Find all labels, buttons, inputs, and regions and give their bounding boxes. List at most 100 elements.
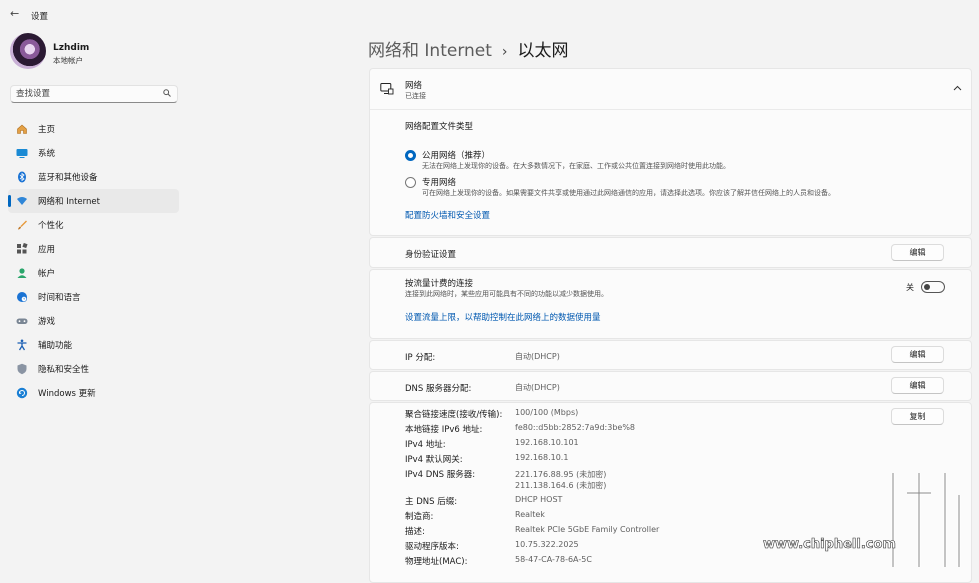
account-type: 本地帐户 [53, 56, 83, 65]
prop-label: 制造商: [405, 512, 434, 522]
sidebar-item-personalization[interactable]: 个性化 [8, 213, 179, 237]
sidebar-item-label: 蓝牙和其他设备 [38, 173, 98, 183]
chevron-up-icon[interactable] [953, 84, 962, 94]
ip-edit-button[interactable]: 编辑 [891, 346, 944, 363]
accessibility-icon [16, 339, 28, 351]
public-network-radio[interactable] [405, 150, 416, 161]
window-title: 设置 [31, 12, 49, 22]
sidebar-item-windows-update[interactable]: Windows 更新 [8, 381, 179, 405]
breadcrumb-parent[interactable]: 网络和 Internet [368, 41, 492, 61]
system-display-icon [16, 147, 28, 159]
prop-label: 主 DNS 后缀: [405, 497, 458, 507]
sidebar-item-label: 个性化 [38, 221, 64, 231]
prop-label: 驱动程序版本: [405, 542, 459, 552]
chiphell-watermark: www.chiphell.com [759, 465, 974, 578]
dns-assignment-row: DNS 服务器分配: 自动(DHCP) 编辑 [369, 371, 972, 401]
globe-clock-icon [16, 291, 28, 303]
watermark-url: www.chiphell.com [763, 537, 896, 552]
sidebar-item-label: 时间和语言 [38, 293, 81, 303]
auth-edit-button[interactable]: 编辑 [891, 244, 944, 261]
dns-edit-button[interactable]: 编辑 [891, 377, 944, 394]
auth-settings-row: 身份验证设置 编辑 [369, 237, 972, 268]
prop-label: 描述: [405, 527, 425, 537]
prop-label: 聚合链接速度(接收/传输): [405, 410, 503, 420]
back-arrow-icon[interactable]: ← [10, 8, 22, 20]
metered-connection-card: 按流量计费的连接 连接到此网络时，某些应用可能具有不同的功能以减少数据使用。 关… [369, 269, 972, 339]
private-network-label[interactable]: 专用网络 [422, 176, 456, 188]
data-limit-link[interactable]: 设置流量上限，以帮助控制在此网络上的数据使用量 [405, 311, 601, 323]
brush-icon [16, 219, 28, 231]
auth-settings-label: 身份验证设置 [405, 250, 457, 260]
network-status: 已连接 [405, 92, 426, 100]
dns-assignment-value: 自动(DHCP) [515, 383, 560, 392]
sidebar-item-apps[interactable]: 应用 [8, 237, 179, 261]
profile-type-heading: 网络配置文件类型 [405, 122, 474, 132]
sidebar-item-gaming[interactable]: 游戏 [8, 309, 179, 333]
prop-value: 100/100 (Mbps) [515, 408, 579, 417]
sidebar-item-label: Windows 更新 [38, 389, 96, 399]
home-icon [16, 123, 28, 135]
account-icon [16, 267, 28, 279]
sidebar-nav: 主页 系统 蓝牙和其他设备 网络和 Internet 个性化 应用 帐户 时间和… [8, 117, 179, 405]
ip-assignment-row: IP 分配: 自动(DHCP) 编辑 [369, 340, 972, 370]
sidebar-item-label: 应用 [38, 245, 56, 255]
dns-assignment-label: DNS 服务器分配: [405, 384, 472, 394]
prop-label: 本地链接 IPv6 地址: [405, 425, 483, 435]
page-title: 以太网 [517, 41, 569, 61]
prop-value: fe80::d5bb:2852:7a9d:3be%8 [515, 423, 636, 432]
firewall-settings-link[interactable]: 配置防火墙和安全设置 [405, 209, 490, 221]
prop-value: 192.168.10.1 [515, 453, 569, 462]
ethernet-monitor-icon [380, 82, 394, 99]
private-network-radio[interactable] [405, 177, 416, 188]
network-card: 网络 已连接 网络配置文件类型 公用网络（推荐） 无法在网络上发现你的设备。在大… [369, 68, 972, 236]
sidebar-item-time-language[interactable]: 时间和语言 [8, 285, 179, 309]
windows-update-icon [16, 387, 28, 399]
metered-toggle[interactable] [921, 281, 945, 293]
sidebar-item-label: 主页 [38, 125, 56, 135]
copy-button[interactable]: 复制 [891, 408, 944, 425]
search-icon[interactable] [163, 89, 171, 100]
sidebar-item-home[interactable]: 主页 [8, 117, 179, 141]
sidebar-item-label: 隐私和安全性 [38, 365, 90, 375]
breadcrumb-separator: › [501, 44, 508, 60]
private-network-desc: 可在网络上发现你的设备。如果需要文件共享或使用通过此网络通信的应用，请选择此选项… [422, 189, 835, 197]
sidebar-item-label: 帐户 [38, 269, 56, 279]
avatar[interactable] [10, 33, 46, 69]
sidebar-item-system[interactable]: 系统 [8, 141, 179, 165]
apps-icon [16, 243, 28, 255]
sidebar-item-accessibility[interactable]: 辅助功能 [8, 333, 179, 357]
prop-value: 58-47-CA-78-6A-5C [515, 555, 592, 564]
prop-value: Realtek [515, 510, 545, 519]
network-card-header[interactable]: 网络 已连接 [370, 69, 971, 110]
network-icon [16, 195, 28, 207]
metered-toggle-state: 关 [906, 283, 914, 292]
sidebar-item-label: 游戏 [38, 317, 56, 327]
prop-value: 10.75.322.2025 [515, 540, 579, 549]
sidebar-item-network[interactable]: 网络和 Internet [8, 189, 179, 213]
metered-desc: 连接到此网络时，某些应用可能具有不同的功能以减少数据使用。 [405, 290, 608, 298]
sidebar-item-bluetooth[interactable]: 蓝牙和其他设备 [8, 165, 179, 189]
public-network-desc: 无法在网络上发现你的设备。在大多数情况下，在家庭、工作或公共位置连接到网络时使用… [422, 162, 730, 170]
prop-value: 221.176.88.95 (未加密) [515, 470, 607, 479]
prop-label: IPv4 DNS 服务器: [405, 470, 476, 480]
sidebar-item-label: 网络和 Internet [38, 197, 100, 207]
search-input[interactable] [11, 86, 156, 102]
ip-assignment-label: IP 分配: [405, 353, 436, 363]
sidebar-item-privacy[interactable]: 隐私和安全性 [8, 357, 179, 381]
prop-value: Realtek PCIe 5GbE Family Controller [515, 525, 660, 534]
bluetooth-icon [16, 171, 28, 183]
user-name: Lzhdim [53, 43, 90, 53]
public-network-label[interactable]: 公用网络（推荐） [422, 149, 490, 161]
search-box[interactable] [10, 85, 178, 103]
prop-label: IPv4 地址: [405, 440, 446, 450]
metered-label: 按流量计费的连接 [405, 279, 474, 289]
sidebar-item-label: 系统 [38, 149, 56, 159]
ip-assignment-value: 自动(DHCP) [515, 352, 560, 361]
sidebar-item-accounts[interactable]: 帐户 [8, 261, 179, 285]
prop-value: 192.168.10.101 [515, 438, 579, 447]
breadcrumb: 网络和 Internet › 以太网 [368, 36, 569, 61]
prop-value-2: 211.138.164.6 (未加密) [515, 481, 607, 490]
gamepad-icon [16, 315, 28, 327]
prop-value: DHCP HOST [515, 495, 563, 504]
sidebar-item-label: 辅助功能 [38, 341, 73, 351]
